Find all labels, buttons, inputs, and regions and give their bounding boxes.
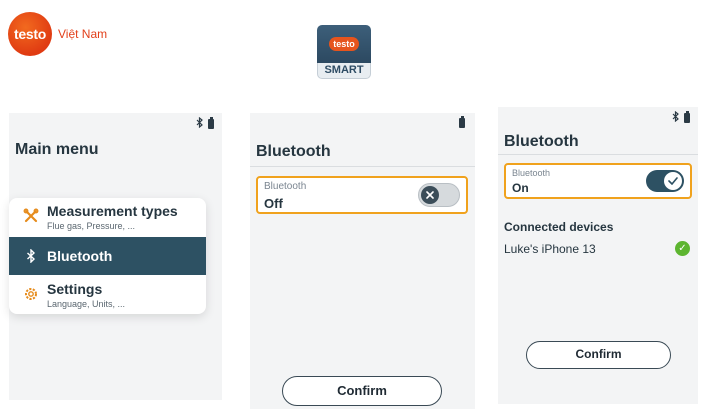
menu-item-settings[interactable]: Settings Language, Units, ... bbox=[9, 276, 206, 314]
wrench-cross-icon bbox=[23, 208, 39, 224]
page-title: Bluetooth bbox=[256, 143, 331, 160]
testo-logo-icon: testo bbox=[8, 12, 52, 56]
main-menu-screen: Main menu Measurement types Flue gas, Pr… bbox=[9, 113, 222, 400]
menu-item-label: Bluetooth bbox=[47, 248, 113, 264]
bluetooth-icon bbox=[672, 110, 680, 125]
app-icon-badge: testo bbox=[329, 37, 359, 51]
field-value: Off bbox=[264, 196, 283, 211]
divider bbox=[498, 154, 698, 155]
app-icon-label: SMART bbox=[317, 63, 371, 79]
field-label: Bluetooth bbox=[512, 168, 551, 178]
device-name: Luke's iPhone 13 bbox=[504, 242, 596, 256]
battery-icon bbox=[208, 117, 214, 129]
bluetooth-toggle-switch[interactable] bbox=[646, 170, 684, 192]
region-label: Việt Nam bbox=[58, 27, 108, 41]
gear-icon bbox=[23, 286, 39, 302]
bluetooth-icon bbox=[196, 116, 204, 131]
close-icon bbox=[421, 186, 439, 204]
menu-item-subtitle: Flue gas, Pressure, ... bbox=[47, 221, 136, 231]
status-bar bbox=[672, 110, 690, 125]
menu-item-bluetooth[interactable]: Bluetooth bbox=[9, 237, 206, 275]
divider bbox=[250, 166, 475, 167]
bluetooth-on-screen: Bluetooth Bluetooth On Connected devices… bbox=[498, 107, 698, 404]
bluetooth-toggle-switch[interactable] bbox=[418, 183, 460, 207]
battery-icon bbox=[459, 116, 465, 128]
page-title: Bluetooth bbox=[504, 133, 579, 150]
bluetooth-icon bbox=[23, 248, 39, 265]
connected-devices-heading: Connected devices bbox=[504, 220, 614, 234]
status-bar bbox=[196, 116, 214, 131]
battery-icon bbox=[684, 111, 690, 123]
brand-logo: testo Việt Nam bbox=[8, 12, 107, 56]
menu-item-measurement-types[interactable]: Measurement types Flue gas, Pressure, ..… bbox=[9, 198, 206, 236]
bluetooth-toggle-field[interactable]: Bluetooth On bbox=[504, 163, 692, 199]
page-title: Main menu bbox=[15, 141, 99, 158]
menu-item-label: Measurement types bbox=[47, 203, 178, 219]
checkmark-icon bbox=[664, 172, 682, 190]
bluetooth-off-screen: Bluetooth Bluetooth Off Confirm bbox=[250, 113, 475, 409]
testo-smart-app-icon: testo SMART bbox=[317, 25, 371, 79]
confirm-button[interactable]: Confirm bbox=[526, 341, 671, 369]
status-bar bbox=[459, 116, 465, 128]
field-value: On bbox=[512, 181, 529, 195]
logo-text: testo bbox=[14, 26, 46, 42]
menu-item-subtitle: Language, Units, ... bbox=[47, 299, 126, 309]
connected-check-icon: ✓ bbox=[675, 241, 690, 256]
field-label: Bluetooth bbox=[264, 181, 307, 192]
device-list-item[interactable]: Luke's iPhone 13 ✓ bbox=[504, 240, 692, 260]
confirm-button[interactable]: Confirm bbox=[282, 376, 442, 406]
bluetooth-toggle-field[interactable]: Bluetooth Off bbox=[256, 176, 468, 214]
menu-item-label: Settings bbox=[47, 281, 103, 297]
menu-list: Measurement types Flue gas, Pressure, ..… bbox=[9, 198, 206, 314]
